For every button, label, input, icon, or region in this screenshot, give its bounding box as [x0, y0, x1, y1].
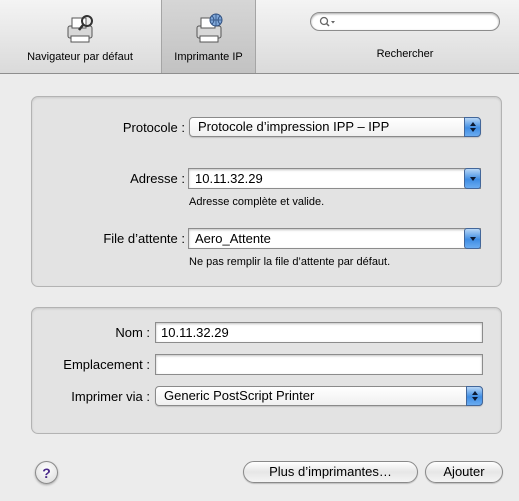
chevron-down-icon[interactable]: [464, 168, 481, 189]
name-field[interactable]: [155, 322, 483, 343]
help-button[interactable]: ?: [35, 461, 58, 484]
search-field[interactable]: [310, 12, 500, 31]
toolbar-default-browser-label: Navigateur par défaut: [27, 51, 133, 63]
help-icon: ?: [42, 464, 51, 481]
location-input[interactable]: [156, 355, 482, 374]
protocol-value: Protocole d’impression IPP – IPP: [198, 119, 390, 134]
protocol-row: Protocole : Protocole d’impression IPP –…: [32, 117, 501, 139]
address-combo[interactable]: [188, 168, 481, 189]
toolbar-default-browser[interactable]: Navigateur par défaut: [0, 0, 160, 73]
print-using-label: Imprimer via :: [71, 389, 150, 404]
address-label: Adresse :: [130, 171, 185, 186]
address-row: Adresse :: [32, 168, 501, 190]
print-using-row: Imprimer via : Generic PostScript Printe…: [32, 386, 501, 408]
printer-group: Nom : Emplacement : Imprimer via : Gener…: [31, 307, 502, 434]
protocol-popup[interactable]: Protocole d’impression IPP – IPP: [189, 117, 481, 137]
location-label: Emplacement :: [63, 357, 150, 372]
print-using-popup[interactable]: Generic PostScript Printer: [155, 386, 483, 406]
location-field[interactable]: [155, 354, 483, 375]
toolbar-ip-printer[interactable]: Imprimante IP: [161, 0, 256, 73]
protocol-label: Protocole :: [122, 120, 185, 135]
name-label: Nom :: [115, 325, 150, 340]
name-input[interactable]: [156, 323, 482, 342]
queue-label: File d’attente :: [103, 231, 185, 246]
add-printer-window: Navigateur par défaut Imprimante IP Rech…: [0, 0, 519, 501]
address-input[interactable]: [189, 169, 462, 188]
printer-globe-icon: [196, 13, 222, 43]
location-row: Emplacement :: [32, 354, 501, 376]
toolbar-ip-printer-label: Imprimante IP: [174, 51, 243, 63]
add-button[interactable]: Ajouter: [425, 461, 503, 483]
print-using-value: Generic PostScript Printer: [164, 388, 315, 403]
queue-input[interactable]: [189, 229, 462, 248]
queue-row: File d’attente :: [32, 228, 501, 250]
more-printers-button[interactable]: Plus d’imprimantes…: [243, 461, 418, 483]
toolbar: Navigateur par défaut Imprimante IP Rech…: [0, 0, 519, 74]
search-icon: [319, 16, 335, 27]
address-hint: Adresse complète et valide.: [189, 196, 325, 208]
search-label: Rechercher: [376, 48, 434, 60]
chevron-down-icon[interactable]: [464, 228, 481, 249]
popup-arrows-icon: [466, 386, 483, 406]
connection-group: Protocole : Protocole d’impression IPP –…: [31, 96, 502, 287]
printer-magnifier-icon: [67, 15, 93, 43]
search-input[interactable]: [337, 14, 487, 29]
toolbar-search: Rechercher: [300, 0, 510, 73]
popup-arrows-icon: [464, 117, 481, 137]
queue-combo[interactable]: [188, 228, 481, 249]
queue-hint: Ne pas remplir la file d’attente par déf…: [189, 256, 391, 268]
name-row: Nom :: [32, 322, 501, 344]
